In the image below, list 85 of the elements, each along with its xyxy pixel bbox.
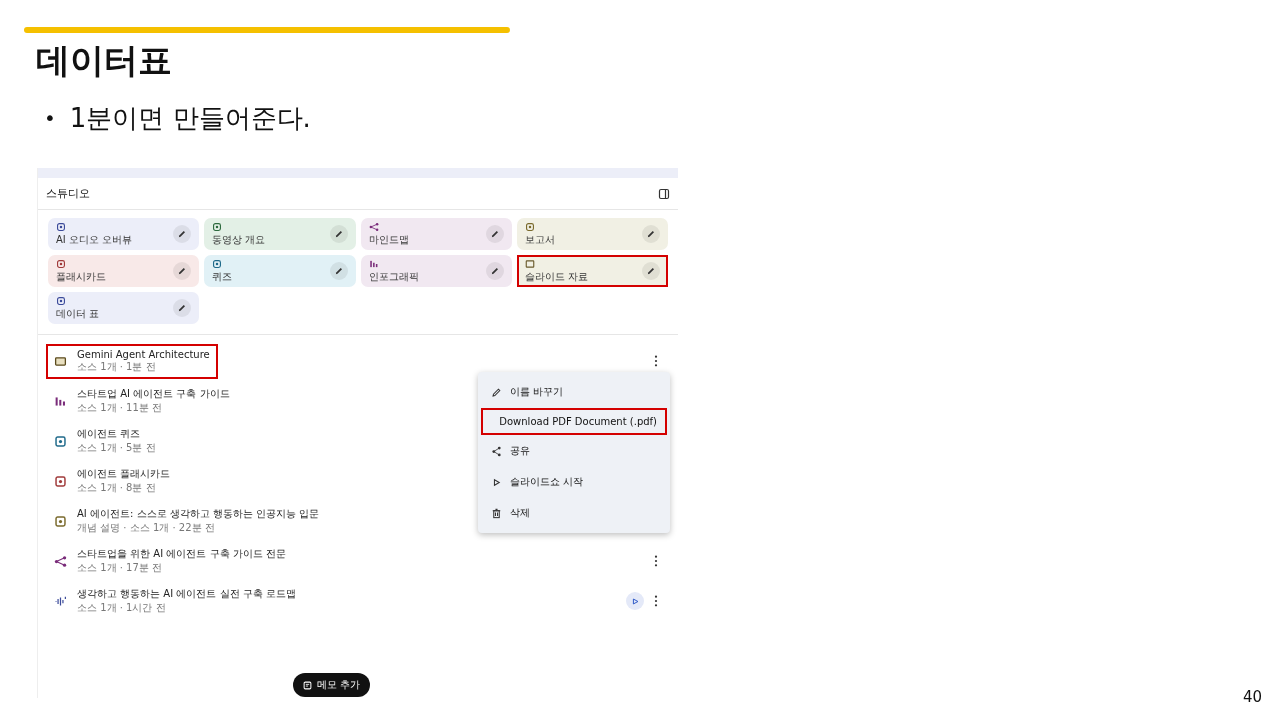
more-options-icon[interactable]: [654, 355, 658, 367]
studio-item[interactable]: 생각하고 행동하는 AI 에이전트 실전 구축 로드맵 소스 1개 · 1시간 전: [46, 582, 304, 620]
pencil-icon: [177, 266, 188, 276]
panel-toggle-icon[interactable]: [658, 187, 670, 200]
tile-label: 마인드맵: [368, 232, 409, 247]
menu-item[interactable]: 슬라이드쇼 시작: [481, 467, 667, 497]
menu-item[interactable]: Download PDF Document (.pdf): [481, 408, 667, 435]
play-button[interactable]: [626, 592, 644, 610]
studio-tile[interactable]: 데이터 표: [48, 292, 200, 324]
edit-button[interactable]: [485, 262, 504, 280]
add-note-button[interactable]: 메모 추가: [293, 673, 371, 697]
pencil-icon: [646, 266, 656, 276]
tile-label: 동영상 개요: [212, 232, 266, 247]
studio-item[interactable]: 스타트업 AI 에이전트 구축 가이드 소스 1개 · 11분 전: [46, 382, 238, 420]
more-options-icon[interactable]: [654, 555, 658, 567]
bars-icon: [368, 258, 379, 269]
tile-label: 플래시카드: [56, 269, 106, 284]
tile-label: 슬라이드 자료: [524, 269, 588, 284]
menu-item[interactable]: 공유: [481, 436, 667, 466]
item-title: Gemini Agent Architecture: [77, 348, 210, 360]
studio-item[interactable]: AI 에이전트: 스스로 생각하고 행동하는 인공지능 입문 개념 설명 · 소스 1개 · 22분 전: [46, 502, 328, 540]
pencil-icon: [646, 229, 656, 239]
item-title: 스타트업 AI 에이전트 구축 가이드: [77, 387, 230, 401]
page-number: 40: [1242, 688, 1262, 706]
play-icon: [491, 476, 502, 488]
item-meta: 소스 1개 · 17분 전: [77, 561, 163, 575]
item-title: 생각하고 행동하는 AI 에이전트 실전 구축 로드맵: [77, 587, 296, 601]
edit-button[interactable]: [642, 262, 660, 280]
edit-button[interactable]: [329, 262, 348, 280]
studio-item[interactable]: Gemini Agent Architecture 소스 1개 · 1분 전: [46, 343, 218, 379]
edit-button[interactable]: [329, 225, 348, 243]
studio-item[interactable]: 에이전트 퀴즈 소스 1개 · 5분 전: [46, 422, 164, 460]
edit-button[interactable]: [485, 225, 504, 243]
pencil-icon: [333, 266, 344, 276]
menu-item[interactable]: 삭제: [481, 498, 667, 528]
item-meta: 개념 설명 · 소스 1개 · 22분 전: [77, 521, 216, 535]
tile-label: AI 오디오 오버뷰: [56, 232, 133, 247]
pencil-icon: [333, 229, 344, 239]
bars-icon: [54, 394, 67, 408]
play-icon: [631, 597, 639, 605]
item-meta: 소스 1개 · 5분 전: [77, 441, 156, 455]
note-icon: [303, 680, 312, 690]
item-meta: 소스 1개 · 1분 전: [77, 360, 157, 374]
studio-tile[interactable]: 플래시카드: [48, 255, 200, 287]
share-icon: [491, 445, 502, 457]
edit-button[interactable]: [173, 299, 192, 317]
slide-title: 데이터표: [36, 39, 172, 82]
bullet-text: 1분이면 만들어준다.: [69, 102, 311, 135]
menu-item[interactable]: 이름 바꾸기: [481, 377, 667, 407]
studio-tile[interactable]: 인포그래픽: [360, 255, 512, 287]
item-meta: 소스 1개 · 11분 전: [77, 401, 163, 415]
pencil-icon: [489, 229, 500, 239]
studio-tile[interactable]: 슬라이드 자료: [516, 255, 668, 287]
slide-icon: [54, 354, 67, 368]
pencil-icon: [177, 229, 188, 239]
pencil-icon: [491, 386, 502, 398]
bullet-marker: •: [44, 105, 56, 133]
studio-item[interactable]: 에이전트 플래시카드 소스 1개 · 8분 전: [46, 462, 179, 500]
item-meta: 소스 1개 · 1시간 전: [77, 601, 167, 615]
slide-icon: [524, 258, 535, 269]
pencil-icon: [489, 266, 500, 276]
item-title: AI 에이전트: 스스로 생각하고 행동하는 인공지능 입문: [77, 507, 320, 521]
more-options-icon[interactable]: [654, 595, 658, 607]
tile-label: 인포그래픽: [368, 269, 419, 284]
item-title: 에이전트 퀴즈: [77, 427, 142, 441]
item-title: 스타트업을 위한 AI 에이전트 구축 가이드 전문: [77, 547, 286, 561]
nodes-icon: [54, 554, 67, 568]
edit-button[interactable]: [173, 225, 192, 243]
tile-label: 데이터 표: [56, 306, 100, 321]
trash-icon: [491, 507, 502, 519]
studio-tile[interactable]: 마인드맵: [360, 218, 512, 250]
studio-tile[interactable]: 보고서: [516, 218, 668, 250]
pencil-icon: [177, 303, 188, 313]
studio-tile[interactable]: 동영상 개요: [204, 218, 356, 250]
studio-tile[interactable]: 퀴즈: [204, 255, 356, 287]
tile-label: 퀴즈: [212, 269, 233, 284]
tile-label: 보고서: [524, 232, 555, 247]
studio-tile[interactable]: AI 오디오 오버뷰: [48, 218, 200, 250]
edit-button[interactable]: [173, 262, 192, 280]
edit-button[interactable]: [642, 225, 660, 243]
item-meta: 소스 1개 · 8분 전: [77, 481, 157, 495]
item-title: 에이전트 플래시카드: [77, 467, 171, 481]
panel-title: 스튜디오: [46, 186, 90, 201]
studio-item[interactable]: 스타트업을 위한 AI 에이전트 구축 가이드 전문 소스 1개 · 17분 전: [46, 542, 294, 580]
nodes-icon: [368, 221, 379, 232]
